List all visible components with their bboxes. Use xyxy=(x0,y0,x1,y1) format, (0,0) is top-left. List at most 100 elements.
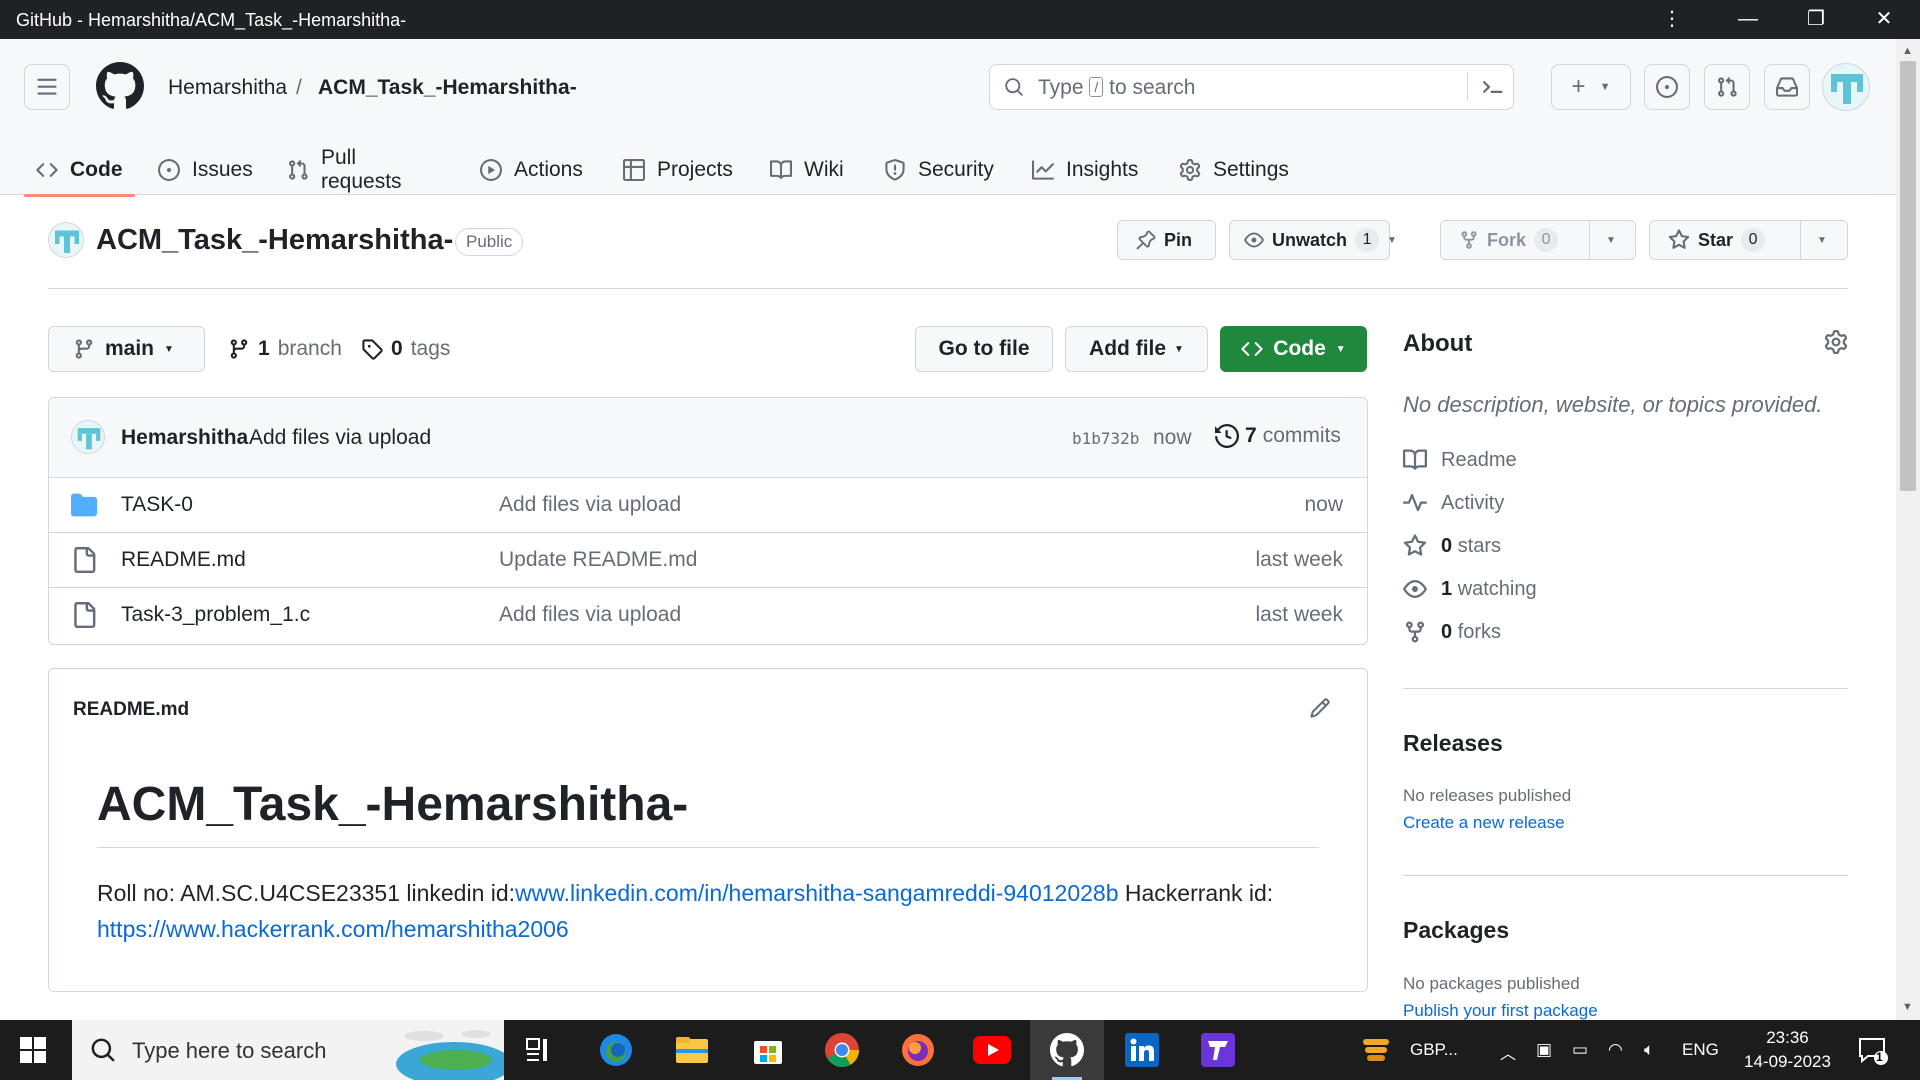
tab-wiki[interactable]: Wiki xyxy=(770,144,844,196)
minimize-button[interactable]: — xyxy=(1720,0,1776,39)
command-palette-icon[interactable] xyxy=(1480,75,1504,99)
tab-issues[interactable]: Issues xyxy=(158,144,253,196)
linkedin-icon[interactable] xyxy=(1122,1030,1162,1070)
wifi-icon[interactable]: ◠ xyxy=(1608,1040,1623,1060)
windows-start-icon[interactable] xyxy=(20,1037,46,1063)
commit-author[interactable]: Hemarshitha xyxy=(121,426,248,450)
linkedin-link[interactable]: www.linkedin.com/in/hemarshitha-sangamre… xyxy=(515,880,1118,906)
youtube-icon[interactable] xyxy=(972,1030,1012,1070)
watching-link[interactable]: 1 watching xyxy=(1403,577,1537,601)
file-row[interactable]: TASK-0 Add files via upload now xyxy=(49,478,1367,533)
pencil-icon[interactable] xyxy=(1309,697,1331,719)
firefox-browser-icon[interactable] xyxy=(898,1030,938,1070)
file-explorer-icon[interactable] xyxy=(672,1030,712,1070)
activity-link[interactable]: Activity xyxy=(1403,491,1504,515)
user-avatar[interactable] xyxy=(1822,63,1870,111)
add-file-button[interactable]: Add file ▼ xyxy=(1065,326,1208,372)
page-scrollbar[interactable]: ▲ ▼ xyxy=(1896,39,1920,1020)
volume-icon[interactable]: 🔈︎ xyxy=(1644,1040,1654,1060)
star-icon xyxy=(1668,229,1690,249)
branch-selector[interactable]: main ▼ xyxy=(48,326,205,372)
breadcrumb-owner[interactable]: Hemarshitha xyxy=(168,76,287,100)
about-item-count: 0 xyxy=(1441,620,1453,643)
file-commit-message[interactable]: Add files via upload xyxy=(499,493,681,517)
commit-author-avatar[interactable] xyxy=(71,420,105,454)
create-new-button[interactable]: + ▼ xyxy=(1551,64,1631,110)
file-name[interactable]: README.md xyxy=(121,548,246,572)
battery-icon[interactable]: ▭ xyxy=(1572,1040,1588,1060)
meet-now-icon[interactable]: ▣ xyxy=(1536,1040,1552,1060)
owner-avatar[interactable] xyxy=(48,222,84,258)
commit-sha[interactable]: b1b732b xyxy=(1072,429,1139,448)
weather-text[interactable]: GBP... xyxy=(1410,1040,1458,1060)
fork-icon xyxy=(1406,621,1424,643)
star-dropdown[interactable]: ▼ xyxy=(1800,221,1843,259)
tab-label: Security xyxy=(918,158,994,181)
breadcrumb-repo[interactable]: ACM_Task_-Hemarshitha- xyxy=(318,76,577,100)
commit-history-link[interactable]: 7 commits xyxy=(1215,424,1341,448)
star-button[interactable]: Star 0 ▼ xyxy=(1649,220,1848,260)
tab-projects[interactable]: Projects xyxy=(623,144,733,196)
create-release-link[interactable]: Create a new release xyxy=(1403,813,1565,833)
readme-link[interactable]: Readme xyxy=(1403,448,1517,472)
restore-button[interactable]: ❐ xyxy=(1788,0,1844,39)
pin-button[interactable]: Pin xyxy=(1117,220,1216,260)
scrollbar-thumb[interactable] xyxy=(1900,61,1916,491)
issues-button[interactable] xyxy=(1644,64,1690,110)
search-input[interactable]: Type / to search xyxy=(989,64,1514,110)
microsoft-store-icon[interactable] xyxy=(748,1030,788,1070)
edge-browser-icon[interactable] xyxy=(596,1030,636,1070)
file-browser: Hemarshitha Add files via upload b1b732b… xyxy=(48,397,1368,645)
branches-link[interactable]: 1 branch xyxy=(228,337,342,361)
tab-insights[interactable]: Insights xyxy=(1032,144,1138,196)
file-name[interactable]: TASK-0 xyxy=(121,493,193,517)
file-commit-message[interactable]: Update README.md xyxy=(499,548,697,572)
commit-message[interactable]: Add files via upload xyxy=(249,426,431,450)
scroll-down-icon[interactable]: ▼ xyxy=(1902,1001,1913,1013)
packages-title[interactable]: Packages xyxy=(1403,917,1509,944)
tab-actions[interactable]: Actions xyxy=(480,144,583,196)
close-button[interactable]: ✕ xyxy=(1856,0,1912,39)
readme-filename[interactable]: README.md xyxy=(73,699,189,721)
show-hidden-icons[interactable]: ︿ xyxy=(1500,1040,1516,1064)
task-view-icon[interactable] xyxy=(520,1030,560,1070)
stars-link[interactable]: 0 stars xyxy=(1403,534,1501,558)
weather-icon[interactable] xyxy=(1356,1030,1396,1070)
inbox-button[interactable] xyxy=(1764,64,1810,110)
issue-icon xyxy=(158,159,180,181)
taskbar-search[interactable]: Type here to search xyxy=(72,1020,504,1080)
go-to-file-button[interactable]: Go to file xyxy=(915,326,1053,372)
chrome-browser-icon[interactable] xyxy=(822,1030,862,1070)
tab-security[interactable]: Security xyxy=(884,144,994,196)
gear-icon[interactable] xyxy=(1824,330,1848,354)
app-t-icon[interactable] xyxy=(1198,1030,1238,1070)
unwatch-button[interactable]: Unwatch 1 ▼ xyxy=(1229,220,1397,260)
forks-link[interactable]: 0 forks xyxy=(1403,620,1501,644)
file-row[interactable]: Task-3_problem_1.c Add files via upload … xyxy=(49,588,1367,643)
language-indicator[interactable]: ENG xyxy=(1682,1040,1719,1060)
pull-requests-button[interactable] xyxy=(1704,64,1750,110)
menu-button[interactable] xyxy=(24,64,70,110)
fork-button[interactable]: Fork 0 ▼ xyxy=(1440,220,1636,260)
more-options-icon[interactable]: ⋮ xyxy=(1644,0,1700,39)
publish-package-link[interactable]: Publish your first package xyxy=(1403,1001,1598,1021)
tab-settings[interactable]: Settings xyxy=(1179,144,1289,196)
github-logo-icon[interactable] xyxy=(95,62,144,115)
file-commit-message[interactable]: Add files via upload xyxy=(499,603,681,627)
tags-link[interactable]: 0 tags xyxy=(361,337,450,361)
code-button[interactable]: Code ▼ xyxy=(1220,326,1367,372)
tab-code[interactable]: Code xyxy=(24,144,134,197)
tab-pull-requests[interactable]: Pull requests xyxy=(287,144,402,196)
file-row[interactable]: README.md Update README.md last week xyxy=(49,533,1367,588)
taskbar-clock[interactable]: 23:36 14-09-2023 xyxy=(1744,1026,1831,1074)
file-name[interactable]: Task-3_problem_1.c xyxy=(121,603,310,627)
fork-dropdown[interactable]: ▼ xyxy=(1589,221,1632,259)
tab-label: Wiki xyxy=(804,158,844,181)
notification-center-icon[interactable]: 1 xyxy=(1852,1030,1892,1070)
releases-title[interactable]: Releases xyxy=(1403,730,1503,757)
readme-text: Hackerrank id: xyxy=(1118,880,1274,906)
repo-name[interactable]: ACM_Task_-Hemarshitha- xyxy=(96,224,453,257)
github-icon[interactable] xyxy=(1047,1030,1087,1070)
scroll-up-icon[interactable]: ▲ xyxy=(1902,45,1913,57)
hackerrank-link[interactable]: https://www.hackerrank.com/hemarshitha20… xyxy=(97,916,569,942)
